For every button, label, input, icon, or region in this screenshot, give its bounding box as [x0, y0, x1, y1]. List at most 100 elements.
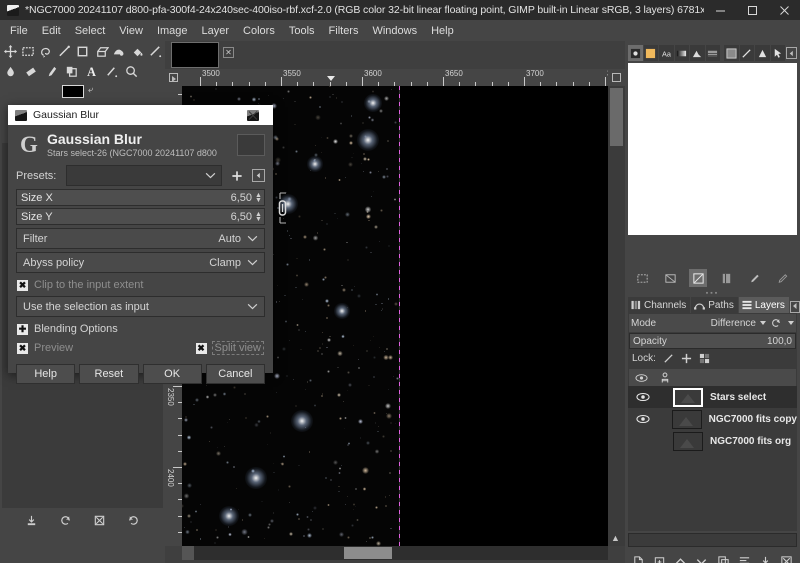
- reset-mode-icon[interactable]: [770, 317, 782, 329]
- merge-down-icon[interactable]: [757, 553, 773, 563]
- duplicate-layer-icon[interactable]: [715, 553, 731, 563]
- size-x-stepper[interactable]: ▲ ▼: [255, 192, 264, 204]
- help-button[interactable]: Help: [16, 364, 76, 384]
- smudge-tool-icon[interactable]: [1, 61, 21, 81]
- layers-dock-collapse-icon[interactable]: [789, 301, 800, 313]
- paintbrush-tool-icon[interactable]: [41, 61, 61, 81]
- raise-layer-icon[interactable]: [673, 553, 689, 563]
- lower-layer-icon[interactable]: [694, 553, 710, 563]
- foreground-color-swatch[interactable]: [62, 85, 84, 98]
- maximize-button[interactable]: [736, 0, 768, 20]
- pointer-tab-icon[interactable]: [628, 45, 643, 61]
- vertical-scrollbar-thumb[interactable]: [610, 88, 623, 146]
- color-swatch-tab-icon[interactable]: [643, 45, 658, 61]
- page-icon[interactable]: [718, 269, 736, 287]
- gradient-tool-icon[interactable]: [147, 41, 165, 61]
- layers-filter-field[interactable]: [628, 533, 797, 547]
- presets-combo[interactable]: [66, 165, 222, 186]
- tab-channels[interactable]: Channels: [628, 297, 691, 313]
- rectangle-select-tool-icon[interactable]: [19, 41, 37, 61]
- text-tab-icon[interactable]: Aa: [659, 45, 674, 61]
- arrow-tab-icon[interactable]: [770, 45, 785, 61]
- save-tool-options-icon[interactable]: [22, 511, 40, 529]
- tab-layers[interactable]: Layers: [738, 297, 789, 313]
- chain-link-icon[interactable]: [275, 189, 289, 227]
- triangle-tab-icon[interactable]: [755, 45, 770, 61]
- horizontal-scrollbar-thumb[interactable]: [344, 547, 392, 559]
- zoom-tool-icon[interactable]: [121, 61, 141, 81]
- menu-filters[interactable]: Filters: [322, 23, 366, 39]
- menu-windows[interactable]: Windows: [365, 23, 424, 39]
- menu-edit[interactable]: Edit: [35, 23, 68, 39]
- dock-collapse-icon[interactable]: [786, 47, 798, 59]
- line-tab-icon[interactable]: [739, 45, 754, 61]
- abyss-policy-combo[interactable]: Abyss policy Clamp: [16, 252, 265, 273]
- tab-paths[interactable]: Paths: [691, 297, 738, 313]
- size-y-row[interactable]: Size Y 6,50 ▲ ▼: [16, 208, 265, 225]
- new-group-icon[interactable]: [652, 553, 668, 563]
- blending-expander-icon[interactable]: ✚: [17, 323, 28, 335]
- blending-options-row[interactable]: ✚ Blending Options: [8, 320, 273, 338]
- device-tab-icon[interactable]: [724, 45, 739, 61]
- size-y-value[interactable]: 6,50: [231, 211, 255, 223]
- input-source-combo[interactable]: Use the selection as input: [16, 296, 265, 317]
- move-tool-icon[interactable]: [1, 41, 19, 61]
- vertical-scrollbar[interactable]: ▲: [608, 86, 625, 546]
- close-button[interactable]: [768, 0, 800, 20]
- swap-colors-icon[interactable]: ⤶: [88, 84, 93, 95]
- layer-visibility-toggle[interactable]: [631, 392, 655, 402]
- layer-thumbnail[interactable]: [673, 387, 703, 407]
- table-row[interactable]: NGC7000 fits copy: [628, 408, 797, 430]
- size-y-stepper[interactable]: ▲ ▼: [255, 211, 264, 223]
- menu-layer[interactable]: Layer: [195, 23, 237, 39]
- pattern-tab-icon[interactable]: [705, 45, 720, 61]
- abyss-chevron-down-icon[interactable]: [247, 259, 258, 266]
- layer-thumbnail[interactable]: [673, 431, 703, 451]
- transform-tool-icon[interactable]: [92, 41, 110, 61]
- lock-alpha-icon[interactable]: [699, 353, 710, 364]
- preview-checkbox[interactable]: ✖: [17, 342, 28, 354]
- size-x-value[interactable]: 6,50: [231, 192, 255, 204]
- brushes-panel-body[interactable]: [628, 63, 797, 235]
- horizontal-ruler[interactable]: 350035503600365037003750: [182, 69, 608, 86]
- menu-view[interactable]: View: [112, 23, 150, 39]
- table-row[interactable]: Stars select: [628, 386, 797, 408]
- dock-resize-grip[interactable]: ▪▪▪: [628, 290, 797, 297]
- scroll-up-icon[interactable]: ▲: [611, 533, 620, 543]
- reset-button[interactable]: Reset: [79, 364, 139, 384]
- ok-button[interactable]: OK: [142, 364, 202, 384]
- restore-tool-options-icon[interactable]: [56, 511, 74, 529]
- image-thumbnail-tab[interactable]: [171, 42, 219, 68]
- clone-tool-icon[interactable]: [61, 61, 81, 81]
- menu-file[interactable]: File: [3, 23, 35, 39]
- menu-select[interactable]: Select: [68, 23, 113, 39]
- layer-mode-value[interactable]: Difference: [711, 318, 756, 329]
- pencil-tool-icon[interactable]: [101, 61, 121, 81]
- minimize-button[interactable]: [704, 0, 736, 20]
- table-row[interactable]: NGC7000 fits org: [628, 430, 797, 452]
- delete-layer-icon[interactable]: [778, 553, 794, 563]
- bucket-fill-tool-icon[interactable]: [129, 41, 147, 61]
- menu-tools[interactable]: Tools: [282, 23, 322, 39]
- free-select-tool-icon[interactable]: [37, 41, 55, 61]
- horizontal-scrollbar[interactable]: [182, 546, 608, 560]
- text-tool-icon[interactable]: A: [81, 61, 101, 81]
- menu-image[interactable]: Image: [150, 23, 195, 39]
- input-source-chevron-down-icon[interactable]: [247, 303, 258, 310]
- crop-tool-icon[interactable]: [74, 41, 92, 61]
- reset-tool-options-icon[interactable]: [125, 511, 143, 529]
- clip-checkbox[interactable]: ✖: [17, 279, 28, 291]
- layer-opacity-row[interactable]: Opacity 100,0: [629, 333, 796, 349]
- layer-opacity-value[interactable]: 100,0: [767, 336, 792, 347]
- lock-pixels-icon[interactable]: [663, 353, 674, 364]
- selection-icon[interactable]: [633, 269, 651, 287]
- anchor-icon[interactable]: [736, 553, 752, 563]
- lock-position-icon[interactable]: [681, 353, 692, 364]
- delete-tool-options-icon[interactable]: [91, 511, 109, 529]
- pick-icon[interactable]: [746, 269, 764, 287]
- filter-combo[interactable]: Filter Auto: [16, 228, 265, 249]
- layer-name[interactable]: Stars select: [710, 392, 766, 403]
- layer-visibility-toggle[interactable]: [631, 414, 655, 424]
- menu-colors[interactable]: Colors: [236, 23, 282, 39]
- eraser-tool-icon[interactable]: [21, 61, 41, 81]
